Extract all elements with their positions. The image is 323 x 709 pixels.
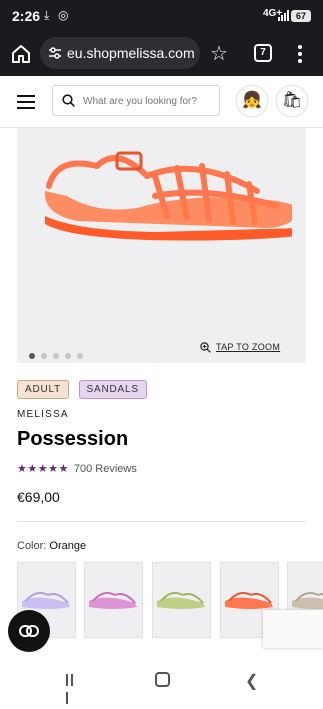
- rating-stars-icon: ★★★★★: [17, 463, 69, 475]
- account-avatar-icon[interactable]: 👧: [237, 86, 267, 116]
- badge-adult[interactable]: ADULT: [17, 380, 70, 399]
- tap-to-zoom-button[interactable]: TAP TO ZOOM: [200, 342, 280, 353]
- gallery-dot[interactable]: [77, 353, 83, 359]
- gallery-dot[interactable]: [41, 353, 47, 359]
- tab-switcher-button[interactable]: 7: [254, 44, 272, 62]
- badge-sandals[interactable]: SANDALS: [78, 380, 147, 399]
- browser-menu-icon[interactable]: [297, 43, 303, 65]
- color-selection-label: Color: Orange: [17, 540, 86, 552]
- recent-apps-button[interactable]: [66, 673, 80, 704]
- back-button[interactable]: ❮: [245, 671, 258, 691]
- selected-color: Orange: [49, 540, 87, 552]
- zoom-label[interactable]: TAP TO ZOOM: [216, 342, 280, 352]
- chat-button[interactable]: [8, 610, 50, 652]
- battery-icon: 67: [291, 10, 311, 22]
- url-text[interactable]: eu.shopmelissa.com: [67, 45, 195, 61]
- address-bar[interactable]: eu.shopmelissa.com: [40, 37, 200, 69]
- color-swatch-pink[interactable]: [84, 562, 143, 638]
- product-image: [44, 151, 292, 241]
- product-price: €69,00: [17, 489, 60, 505]
- check-download-icon: ⤓: [44, 8, 50, 22]
- color-label: Color:: [17, 540, 47, 552]
- site-header: 👧 🛍: [0, 76, 323, 128]
- product-title: Possession: [17, 428, 129, 450]
- swatch-shoe-image: [157, 592, 205, 609]
- recaptcha-badge: [263, 610, 323, 648]
- gallery-dot[interactable]: [65, 353, 71, 359]
- home-button[interactable]: [155, 672, 170, 687]
- chat-icon: [19, 625, 39, 637]
- home-icon[interactable]: [10, 43, 32, 65]
- signal-icon: [278, 10, 289, 21]
- color-swatch-green[interactable]: [152, 562, 211, 638]
- search-input[interactable]: [83, 92, 215, 110]
- hamburger-menu-icon[interactable]: [17, 95, 35, 109]
- vpn-icon: ◎: [58, 8, 69, 22]
- search-icon: [62, 94, 75, 107]
- search-box[interactable]: [52, 85, 220, 116]
- gallery-pagination-dots[interactable]: [29, 346, 89, 363]
- status-bar: 2:26 ⤓ ◎ 4G+ 67: [0, 0, 323, 32]
- reviews-link[interactable]: 700 Reviews: [74, 463, 137, 475]
- shopping-bag-icon[interactable]: 🛍: [277, 86, 307, 116]
- zoom-icon: [200, 342, 211, 353]
- product-rating[interactable]: ★★★★★ 700 Reviews: [17, 462, 137, 475]
- gallery-dot[interactable]: [29, 353, 35, 359]
- product-badges: ADULT SANDALS: [17, 379, 152, 399]
- gallery-dot[interactable]: [53, 353, 59, 359]
- swatch-shoe-image: [89, 592, 137, 609]
- system-navigation-bar: ❮: [0, 660, 323, 704]
- bookmark-star-icon[interactable]: ☆: [210, 41, 228, 66]
- status-time: 2:26: [12, 8, 41, 24]
- product-brand: MELISSA: [17, 409, 69, 420]
- browser-toolbar: eu.shopmelissa.com ☆ 7: [0, 32, 323, 76]
- site-settings-icon[interactable]: [48, 46, 62, 60]
- divider: [17, 521, 306, 522]
- product-image-gallery[interactable]: TAP TO ZOOM: [17, 128, 306, 363]
